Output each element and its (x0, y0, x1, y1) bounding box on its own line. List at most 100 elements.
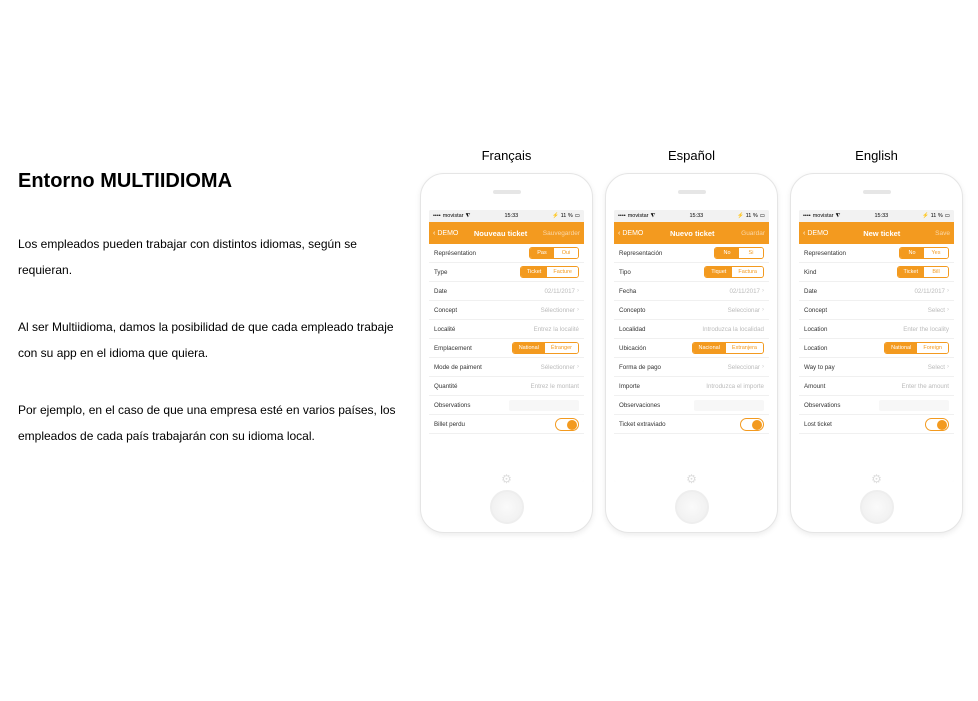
segment-control[interactable]: PasOui (529, 247, 579, 259)
save-button[interactable]: Guardar (741, 230, 765, 237)
row-text-input[interactable] (879, 400, 949, 411)
chevron-right-icon: › (577, 307, 579, 313)
segment-option[interactable]: No (900, 248, 924, 258)
back-button[interactable]: ‹DEMO (618, 230, 643, 237)
chevron-left-icon: ‹ (803, 230, 805, 237)
row-select-link[interactable]: Sélectionner› (541, 364, 579, 371)
status-time: 15:33 (874, 213, 888, 219)
segment-option[interactable]: Étranger (545, 343, 578, 353)
row-input-placeholder[interactable]: Entrez la localité (534, 326, 579, 333)
form-row: Observaciones (614, 396, 769, 415)
segment-option[interactable]: Facture (547, 267, 578, 277)
back-label: DEMO (807, 230, 828, 237)
segment-option[interactable]: Extranjera (726, 343, 763, 353)
segment-control[interactable]: NoYes (899, 247, 949, 259)
form-row: ConceptoSeleccionar› (614, 301, 769, 320)
row-label: Tipo (619, 269, 631, 276)
back-button[interactable]: ‹DEMO (803, 230, 828, 237)
nav-title: Nouveau ticket (458, 229, 542, 238)
row-label: Location (804, 345, 827, 352)
gear-icon: ⚙ (501, 472, 512, 486)
signal-icon: •••• (803, 213, 811, 219)
segment-option[interactable]: Pas (530, 248, 554, 258)
signal-icon: •••• (618, 213, 626, 219)
form-row: Mode de paimentSélectionner› (429, 358, 584, 377)
segment-control[interactable]: NacionalExtranjera (692, 342, 764, 354)
back-button[interactable]: ‹DEMO (433, 230, 458, 237)
row-select-link[interactable]: Select› (928, 364, 949, 371)
row-value[interactable]: 02/11/2017› (729, 288, 764, 295)
segment-option[interactable]: Bill (924, 267, 948, 277)
row-select-link[interactable]: Sélectionner› (541, 307, 579, 314)
home-button[interactable] (490, 490, 524, 524)
segment-option[interactable]: Ticket (898, 267, 924, 277)
nav-bar: ‹DEMONouveau ticketSauvegarder (429, 222, 584, 244)
segment-option[interactable]: Si (739, 248, 763, 258)
segment-option[interactable]: Factura (732, 267, 763, 277)
segment-option[interactable]: Foreign (917, 343, 948, 353)
row-input-placeholder[interactable]: Enter the locality (903, 326, 949, 333)
row-label: Quantité (434, 383, 457, 390)
segment-option[interactable]: National (885, 343, 917, 353)
row-toggle[interactable] (555, 418, 579, 431)
segment-option[interactable]: Tiquet (705, 267, 732, 277)
toggle-switch[interactable] (555, 418, 579, 431)
segment-option[interactable]: National (513, 343, 545, 353)
home-button[interactable] (675, 490, 709, 524)
battery-icon: ▭ (575, 213, 580, 219)
chevron-right-icon: › (947, 288, 949, 294)
page-title: Entorno MULTIIDIOMA (18, 170, 398, 193)
segment-control[interactable]: NoSi (714, 247, 764, 259)
row-label: Forma de pago (619, 364, 661, 371)
segment-control[interactable]: NationalForeign (884, 342, 949, 354)
chevron-right-icon: › (577, 364, 579, 370)
row-toggle[interactable] (740, 418, 764, 431)
segment-option[interactable]: No (715, 248, 739, 258)
segment-option[interactable]: Yes (924, 248, 948, 258)
row-select-link[interactable]: Seleccionar› (728, 364, 764, 371)
toggle-switch[interactable] (740, 418, 764, 431)
segment-control[interactable]: TicketFacture (520, 266, 579, 278)
form-row: Tipo TiquetFactura (614, 263, 769, 282)
chevron-right-icon: › (762, 307, 764, 313)
row-select-link[interactable]: Select› (928, 307, 949, 314)
phone-frame: •••• movistar ⧨15:33⚡ 11 % ▭‹DEMONew tic… (790, 173, 963, 533)
row-value[interactable]: 02/11/2017› (914, 288, 949, 295)
save-button[interactable]: Save (935, 230, 950, 237)
save-button[interactable]: Sauvegarder (543, 230, 580, 237)
form-row: LocationEnter the locality (799, 320, 954, 339)
paragraph-1: Los empleados pueden trabajar con distin… (18, 231, 398, 284)
segment-control[interactable]: TicketBill (897, 266, 949, 278)
segment-control[interactable]: TiquetFactura (704, 266, 764, 278)
home-button[interactable] (860, 490, 894, 524)
row-toggle[interactable] (925, 418, 949, 431)
status-bar: •••• movistar ⧨15:33⚡ 11 % ▭ (799, 210, 954, 222)
segment-option[interactable]: Ticket (521, 267, 547, 277)
form-row: ImporteIntroduzca el importe (614, 377, 769, 396)
status-right: ⚡ 11 % ▭ (922, 213, 950, 219)
row-select-link[interactable]: Seleccionar› (728, 307, 764, 314)
row-text-input[interactable] (509, 400, 579, 411)
back-label: DEMO (622, 230, 643, 237)
toggle-switch[interactable] (925, 418, 949, 431)
row-input-placeholder[interactable]: Introduzca el importe (706, 383, 764, 390)
phone-screen: •••• movistar ⧨15:33⚡ 11 % ▭‹DEMONuevo t… (614, 210, 769, 482)
form-row: RepresentaciónNoSi (614, 244, 769, 263)
wifi-icon: ⧨ (465, 213, 470, 220)
chevron-right-icon: › (947, 364, 949, 370)
segment-option[interactable]: Oui (554, 248, 578, 258)
nav-bar: ‹DEMONuevo ticketGuardar (614, 222, 769, 244)
row-input-placeholder[interactable]: Entrez le montant (531, 383, 580, 390)
form-row: AmountEnter the amount (799, 377, 954, 396)
segment-control[interactable]: NationalÉtranger (512, 342, 579, 354)
row-input-placeholder[interactable]: Introduzca la localidad (702, 326, 764, 333)
chevron-right-icon: › (947, 307, 949, 313)
segment-option[interactable]: Nacional (693, 343, 726, 353)
row-text-input[interactable] (694, 400, 764, 411)
row-input-placeholder[interactable]: Enter the amount (902, 383, 949, 390)
battery-label: ⚡ 11 % (737, 213, 758, 219)
form-row: KindTicketBill (799, 263, 954, 282)
status-bar: •••• movistar ⧨15:33⚡ 11 % ▭ (614, 210, 769, 222)
phone-column: Español•••• movistar ⧨15:33⚡ 11 % ▭‹DEMO… (605, 148, 778, 533)
row-value[interactable]: 02/11/2017› (544, 288, 579, 295)
